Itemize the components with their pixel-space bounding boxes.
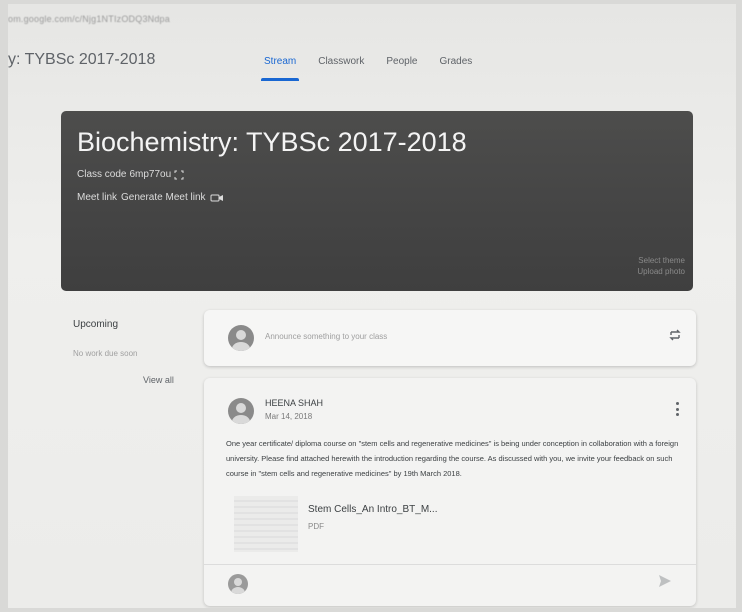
copy-icon[interactable] (174, 170, 184, 180)
class-code-label: Class code (77, 169, 127, 180)
upload-photo-link[interactable]: Upload photo (637, 266, 685, 277)
post-date: Mar 14, 2018 (265, 412, 313, 421)
header-class-name: y: TYBSc 2017-2018 (8, 51, 156, 68)
video-camera-icon[interactable] (210, 193, 224, 203)
post-author: HEENA SHAH (265, 398, 324, 408)
theme-links: Select theme Upload photo (637, 255, 685, 277)
tab-classwork[interactable]: Classwork (307, 50, 375, 81)
avatar-icon (228, 325, 254, 351)
attachment-name[interactable]: Stem Cells_An Intro_BT_M... (308, 504, 438, 515)
class-banner: Biochemistry: TYBSc 2017-2018 Class code… (61, 111, 693, 291)
tab-stream[interactable]: Stream (253, 50, 307, 81)
avatar-icon (228, 574, 248, 594)
upcoming-empty-text: No work due soon (73, 349, 138, 358)
generate-meet-link[interactable]: Generate Meet link (121, 192, 206, 203)
class-code-row: Class code 6mp77ou (77, 169, 184, 180)
repost-icon[interactable] (668, 328, 682, 342)
send-icon[interactable] (658, 574, 672, 588)
classroom-screen-photo: om.google.com/c/Njg1NTIzODQ3Ndpa y: TYBS… (8, 4, 736, 608)
avatar-icon (228, 398, 254, 424)
main-tabs: Stream Classwork People Grades (253, 50, 483, 81)
view-all-link[interactable]: View all (143, 375, 174, 385)
class-code-value: 6mp77ou (129, 169, 172, 180)
upcoming-card: Upcoming No work due soon View all (61, 309, 191, 394)
browser-url[interactable]: om.google.com/c/Njg1NTIzODQ3Ndpa (8, 14, 170, 24)
announce-placeholder[interactable]: Announce something to your class (265, 332, 387, 341)
meet-link-label: Meet link (77, 192, 118, 203)
tab-people[interactable]: People (375, 50, 428, 81)
post-divider (204, 564, 696, 565)
upcoming-title: Upcoming (73, 319, 119, 330)
announce-box[interactable]: Announce something to your class (204, 310, 696, 366)
attachment-card[interactable]: Stem Cells_An Intro_BT_M... PDF (234, 496, 482, 552)
post-body: One year certificate/ diploma course on … (226, 439, 679, 478)
more-vert-icon[interactable] (674, 402, 680, 416)
meet-link-row: Meet link Generate Meet link (77, 192, 224, 203)
class-title: Biochemistry: TYBSc 2017-2018 (77, 127, 467, 157)
announcement-post: HEENA SHAH Mar 14, 2018 One year certifi… (204, 378, 696, 606)
select-theme-link[interactable]: Select theme (637, 255, 685, 266)
attachment-type: PDF (308, 522, 324, 531)
tab-grades[interactable]: Grades (429, 50, 484, 81)
attachment-thumbnail (234, 496, 298, 552)
